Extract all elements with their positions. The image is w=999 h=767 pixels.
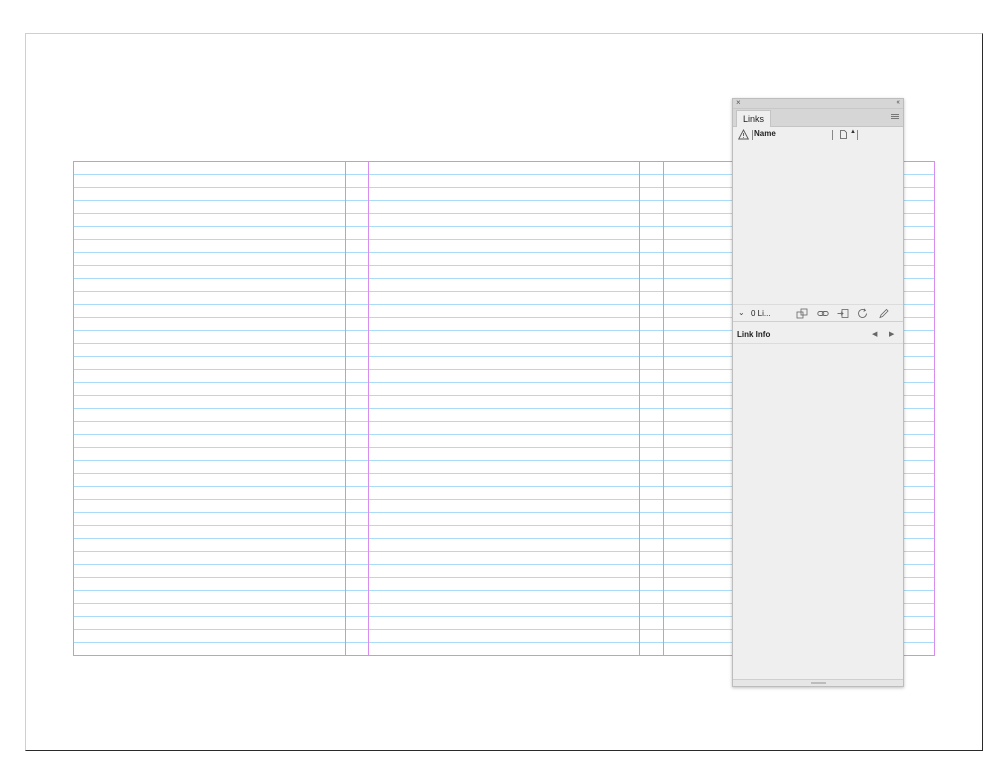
column-separator[interactable] (857, 130, 858, 140)
tab-links[interactable]: Links (736, 110, 771, 127)
edit-original-icon[interactable] (878, 308, 890, 319)
next-arrow-icon[interactable]: ▶ (889, 330, 894, 338)
warning-triangle-icon[interactable] (738, 129, 749, 140)
panel-title-bar[interactable]: × ‹‹ (733, 97, 903, 109)
links-count: 0 Li... (751, 309, 771, 318)
name-column-header[interactable]: Name (754, 129, 776, 138)
sort-indicator-icon[interactable]: ▲ (850, 129, 856, 135)
collapse-icon[interactable]: ‹‹ (896, 97, 900, 109)
column-separator[interactable] (752, 130, 753, 140)
update-link-icon[interactable] (837, 308, 849, 319)
close-icon[interactable]: × (736, 97, 741, 109)
column-separator[interactable] (832, 130, 833, 140)
page-icon[interactable] (840, 130, 847, 139)
go-to-link-icon[interactable] (817, 308, 829, 319)
relink-from-folder-icon[interactable] (796, 308, 808, 319)
links-panel[interactable]: × ‹‹ Links Name ▲ ⌄ 0 Li... Link Info ◀ … (732, 98, 904, 687)
panel-resize-handle[interactable] (733, 679, 903, 686)
link-info-title: Link Info (737, 330, 771, 339)
links-list[interactable] (733, 143, 903, 303)
panel-tab-row: Links (733, 109, 903, 127)
previous-arrow-icon[interactable]: ◀ (872, 330, 877, 338)
links-column-header: Name ▲ (733, 127, 903, 144)
panel-menu-icon[interactable] (891, 114, 899, 120)
chevron-down-icon[interactable]: ⌄ (738, 308, 745, 317)
links-toolbar: ⌄ 0 Li... (733, 304, 903, 322)
refresh-icon[interactable] (857, 308, 869, 319)
link-info-header[interactable]: Link Info ◀ ▶ (733, 327, 903, 344)
